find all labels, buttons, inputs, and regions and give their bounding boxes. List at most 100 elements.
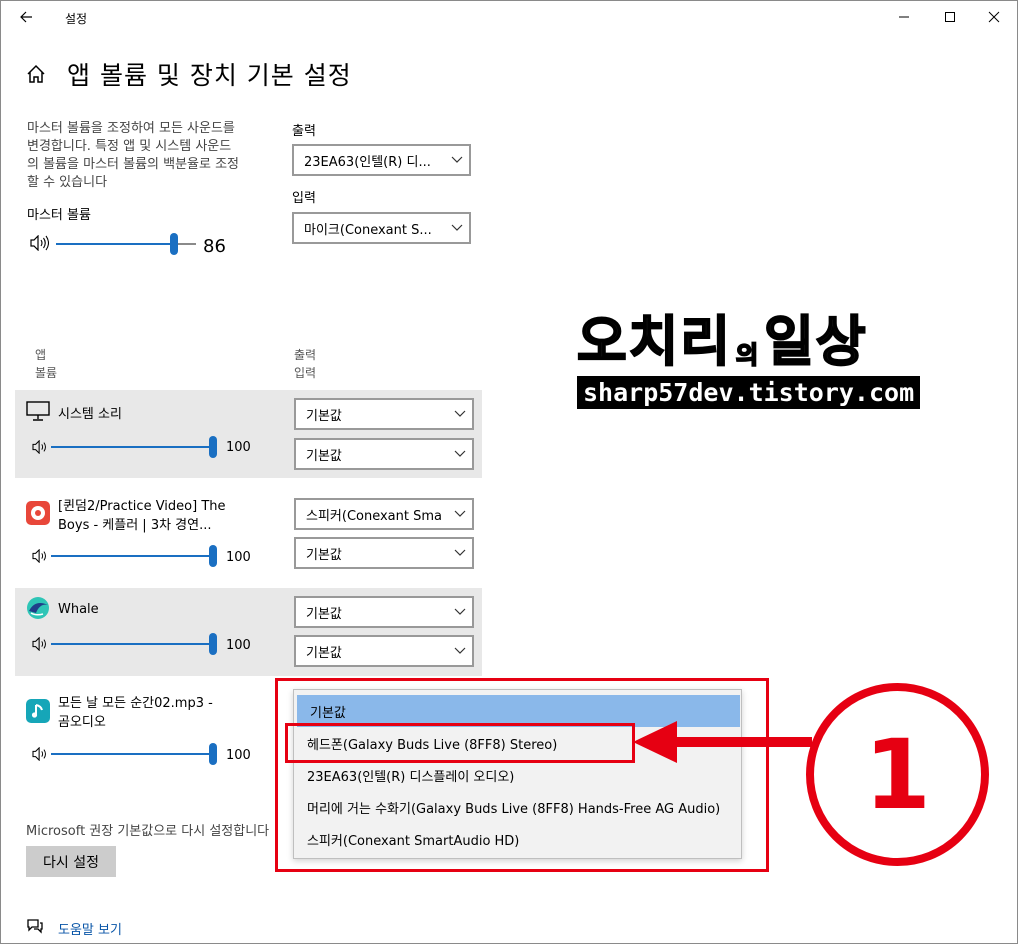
select-value: 기본값 <box>306 448 342 464</box>
app-header-line: 앱 <box>35 348 47 362</box>
annotation-outer-box <box>275 678 769 872</box>
annotation-highlight-box <box>285 723 635 763</box>
maximize-icon <box>945 12 955 22</box>
output-device-select[interactable]: 23EA63(인텔(R) 디... <box>292 144 471 176</box>
app-name: 모든 날 모든 순간02.mp3 - 곰오디오 <box>58 694 213 732</box>
io-header-line: 입력 <box>294 366 317 380</box>
app-volume-slider[interactable] <box>51 633 219 655</box>
slider-fill <box>51 555 213 557</box>
master-volume-slider[interactable] <box>56 233 196 255</box>
select-value: 기본값 <box>306 547 342 563</box>
speaker-icon <box>31 548 49 567</box>
potplayer-icon <box>26 501 50 525</box>
select-value: 스피커(Conexant Sma <box>306 508 443 524</box>
chevron-down-icon <box>448 410 472 418</box>
settings-window: 설정 앱 볼륨 및 장치 기본 설정 마스터 볼륨을 조정하여 모든 사운드를 … <box>0 0 1018 944</box>
app-input-select[interactable]: 기본값 <box>294 537 474 569</box>
slider-thumb[interactable] <box>209 436 217 458</box>
slider-fill <box>51 643 213 645</box>
slider-thumb[interactable] <box>209 743 217 765</box>
app-name: 시스템 소리 <box>58 407 122 422</box>
select-value: 기본값 <box>306 645 342 661</box>
app-volume-value: 100 <box>226 748 251 763</box>
slider-thumb[interactable] <box>170 233 178 255</box>
app-name-line: 곰오디오 <box>58 715 106 730</box>
watermark-title-part: 일상 <box>763 309 868 374</box>
chat-help-icon <box>26 918 44 938</box>
app-header-line: 볼륨 <box>35 366 58 380</box>
chevron-down-icon <box>448 608 472 616</box>
app-output-select[interactable]: 스피커(Conexant Sma <box>294 498 474 530</box>
input-label: 입력 <box>292 191 316 206</box>
chevron-down-icon <box>445 224 469 232</box>
slider-fill-highlight <box>118 243 174 245</box>
slider-thumb[interactable] <box>209 545 217 567</box>
app-output-select[interactable]: 기본값 <box>294 596 474 628</box>
home-button[interactable] <box>25 63 47 85</box>
output-device-value: 23EA63(인텔(R) 디... <box>304 154 431 170</box>
annotation-arrow <box>629 719 814 769</box>
reset-button[interactable]: 다시 설정 <box>26 846 116 877</box>
app-input-select[interactable]: 기본값 <box>294 635 474 667</box>
app-volume-slider[interactable] <box>51 743 219 765</box>
maximize-button[interactable] <box>927 1 973 33</box>
close-icon <box>988 11 1000 23</box>
annotation-number: 1 <box>864 718 931 831</box>
app-volume-slider[interactable] <box>51 436 219 458</box>
app-volume-slider[interactable] <box>51 545 219 567</box>
app-volume-value: 100 <box>226 638 251 653</box>
chevron-down-icon <box>445 156 469 164</box>
watermark: 오치리 의 일상 sharp57dev.tistory.com <box>576 297 922 409</box>
app-output-select[interactable]: 기본값 <box>294 398 474 430</box>
app-input-select[interactable]: 기본값 <box>294 438 474 470</box>
close-button[interactable] <box>971 1 1017 33</box>
slider-thumb[interactable] <box>209 633 217 655</box>
app-name-line: 모든 날 모든 순간02.mp3 - <box>58 696 213 711</box>
reset-description: Microsoft 권장 기본값으로 다시 설정합니다 <box>26 824 270 839</box>
whale-browser-icon <box>26 596 50 624</box>
io-header-line: 출력 <box>294 348 317 362</box>
watermark-subtitle: sharp57dev.tistory.com <box>577 376 921 409</box>
app-column-header: 앱 볼륨 <box>35 346 57 382</box>
slider-fill <box>56 243 118 245</box>
chevron-down-icon <box>448 510 472 518</box>
input-device-value: 마이크(Conexant S... <box>304 222 432 238</box>
speaker-icon <box>31 746 49 765</box>
minimize-button[interactable] <box>881 1 927 33</box>
watermark-title-part: 오치리 <box>576 309 733 374</box>
master-description: 마스터 볼륨을 조정하여 모든 사운드를 변경합니다. 특정 앱 및 시스템 사… <box>27 120 282 192</box>
speaker-icon <box>29 234 50 255</box>
output-label: 출력 <box>292 124 316 139</box>
app-name-line: Boys - 케플러 | 3차 경연... <box>58 518 212 533</box>
master-description-line: 마스터 볼륨을 조정하여 모든 사운드를 <box>27 121 235 136</box>
master-description-line: 할 수 있습니다 <box>27 175 108 190</box>
gomaudio-icon <box>26 699 50 723</box>
select-value: 기본값 <box>306 606 342 622</box>
app-name: Whale <box>58 602 99 617</box>
app-volume-value: 100 <box>226 550 251 565</box>
slider-fill <box>51 446 213 448</box>
master-volume-label: 마스터 볼륨 <box>27 208 91 223</box>
annotation-circle: 1 <box>806 683 989 866</box>
page-title: 앱 볼륨 및 장치 기본 설정 <box>67 61 352 90</box>
watermark-title-part: 의 <box>735 340 761 370</box>
select-value: 기본값 <box>306 408 342 424</box>
watermark-title: 오치리 의 일상 <box>576 297 922 376</box>
minimize-icon <box>899 16 909 18</box>
chevron-down-icon <box>448 549 472 557</box>
home-icon <box>27 64 45 83</box>
monitor-icon <box>26 401 50 425</box>
input-device-select[interactable]: 마이크(Conexant S... <box>292 212 471 244</box>
app-name-line: [퀸덤2/Practice Video] The <box>58 499 226 514</box>
slider-fill <box>51 753 213 755</box>
master-volume-value: 86 <box>203 236 226 257</box>
chevron-down-icon <box>448 647 472 655</box>
master-description-line: 의 볼륨을 마스터 볼륨의 백분율로 조정 <box>27 157 240 172</box>
arrow-left-icon <box>20 11 32 23</box>
io-column-header: 출력 입력 <box>294 346 316 382</box>
app-volume-value: 100 <box>226 440 251 455</box>
help-link[interactable]: 도움말 보기 <box>58 919 122 938</box>
speaker-icon <box>31 439 49 458</box>
back-button[interactable] <box>11 5 41 29</box>
master-description-line: 변경합니다. 특정 앱 및 시스템 사운드 <box>27 139 232 154</box>
